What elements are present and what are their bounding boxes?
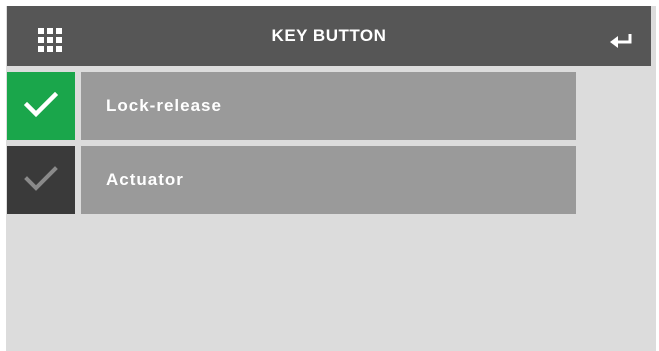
checkmark-icon [24, 92, 58, 118]
option-label: Lock-release [106, 96, 222, 115]
checkmark-icon [24, 166, 58, 191]
option-row-actuator: Actuator [7, 146, 584, 214]
lock-release-option[interactable]: Lock-release [81, 72, 576, 140]
option-row-lock-release: Lock-release [7, 72, 584, 140]
option-label: Actuator [106, 170, 184, 189]
grid-icon[interactable] [38, 28, 62, 52]
page-title: KEY BUTTON [271, 26, 387, 45]
actuator-option[interactable]: Actuator [81, 146, 576, 214]
lock-release-checkbox[interactable] [7, 72, 75, 140]
actuator-checkbox[interactable] [7, 146, 75, 214]
enter-arrow-icon[interactable] [609, 33, 633, 49]
header-bar: KEY BUTTON [7, 6, 651, 66]
